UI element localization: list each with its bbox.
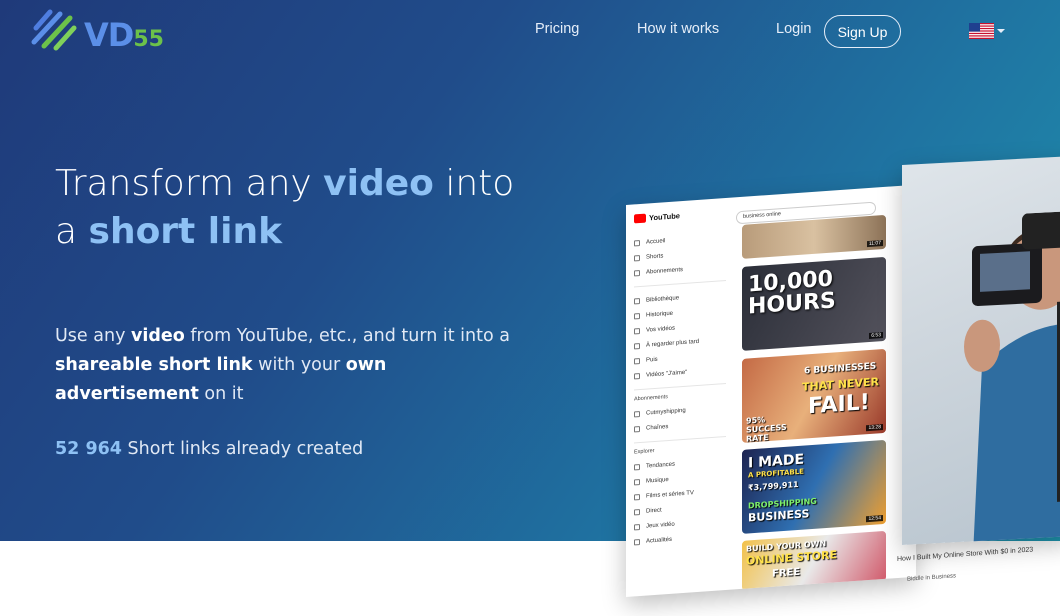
thumbnail-badge: 95% SUCCESS RATE: [746, 415, 787, 443]
history-icon: [634, 312, 640, 319]
video-duration: 6:53: [869, 332, 883, 339]
hero-description: Use any video from YouTube, etc., and tu…: [55, 326, 510, 404]
thumbnail-text: ₹3,799,911: [748, 479, 799, 493]
thumbnail-text: 10,000 HOURS: [748, 266, 836, 320]
channels-icon: [634, 425, 640, 432]
video-thumbnail: 10,000 HOURS 6:53: [742, 256, 886, 351]
subscriptions-icon: [634, 269, 640, 276]
youtube-screenshot: YouTube Accueil Shorts Abonnements Bibli…: [626, 184, 916, 597]
thumbnail-text: 6 BUSINESSES: [804, 361, 877, 377]
signup-button[interactable]: Sign Up: [824, 15, 901, 48]
camera-operator-photo: [902, 156, 1060, 545]
video-duration: 11:07: [866, 240, 883, 248]
logo[interactable]: VD55: [30, 6, 180, 54]
video-thumbnail: 6 BUSINESSES THAT NEVER FAIL! 95% SUCCES…: [742, 348, 886, 443]
video-thumbnail: I MADE A PROFITABLE ₹3,799,911 DROPSHIPP…: [742, 439, 886, 534]
nav-pricing-link[interactable]: Pricing: [535, 21, 579, 37]
gaming-icon: [634, 523, 640, 530]
links-created-counter: 52 964 Short links already created: [55, 439, 364, 459]
thumbs-up-icon: [634, 372, 640, 379]
nav-login-link[interactable]: Login: [776, 21, 811, 37]
film-icon: [634, 493, 640, 500]
news-icon: [634, 538, 640, 545]
video-duration: 12:54: [866, 515, 883, 523]
trending-icon: [634, 463, 640, 470]
channel-avatar-icon: [634, 410, 640, 417]
yt-logo: YouTube: [634, 208, 726, 224]
divider: [634, 436, 726, 444]
shorts-icon: [634, 254, 640, 261]
divider: [634, 280, 726, 288]
logo-mark-icon: [31, 9, 77, 51]
video-duration: 13:28: [866, 424, 883, 432]
chevron-down-icon: [997, 28, 1005, 33]
live-icon: [634, 508, 640, 515]
youtube-logo-icon: [634, 213, 646, 224]
divider: [634, 383, 726, 391]
music-icon: [634, 478, 640, 485]
library-icon: [634, 297, 640, 304]
nav-how-it-works-link[interactable]: How it works: [637, 21, 719, 37]
person-with-camera-image: [964, 210, 1060, 545]
playlist-icon: [634, 357, 640, 364]
video-icon: [634, 327, 640, 334]
hero-headline: Transform any video into a short link: [55, 163, 515, 252]
us-flag-icon: [969, 22, 994, 39]
thumbnail-text: BUSINESS: [748, 507, 810, 525]
thumbnail-text: FAIL!: [808, 389, 870, 420]
logo-text: VD55: [84, 16, 164, 54]
yt-sidebar: YouTube Accueil Shorts Abonnements Bibli…: [626, 197, 734, 597]
clock-icon: [634, 342, 640, 349]
language-selector[interactable]: [969, 22, 1005, 39]
home-icon: [634, 239, 640, 246]
thumbnail-text: FREE: [772, 566, 801, 580]
